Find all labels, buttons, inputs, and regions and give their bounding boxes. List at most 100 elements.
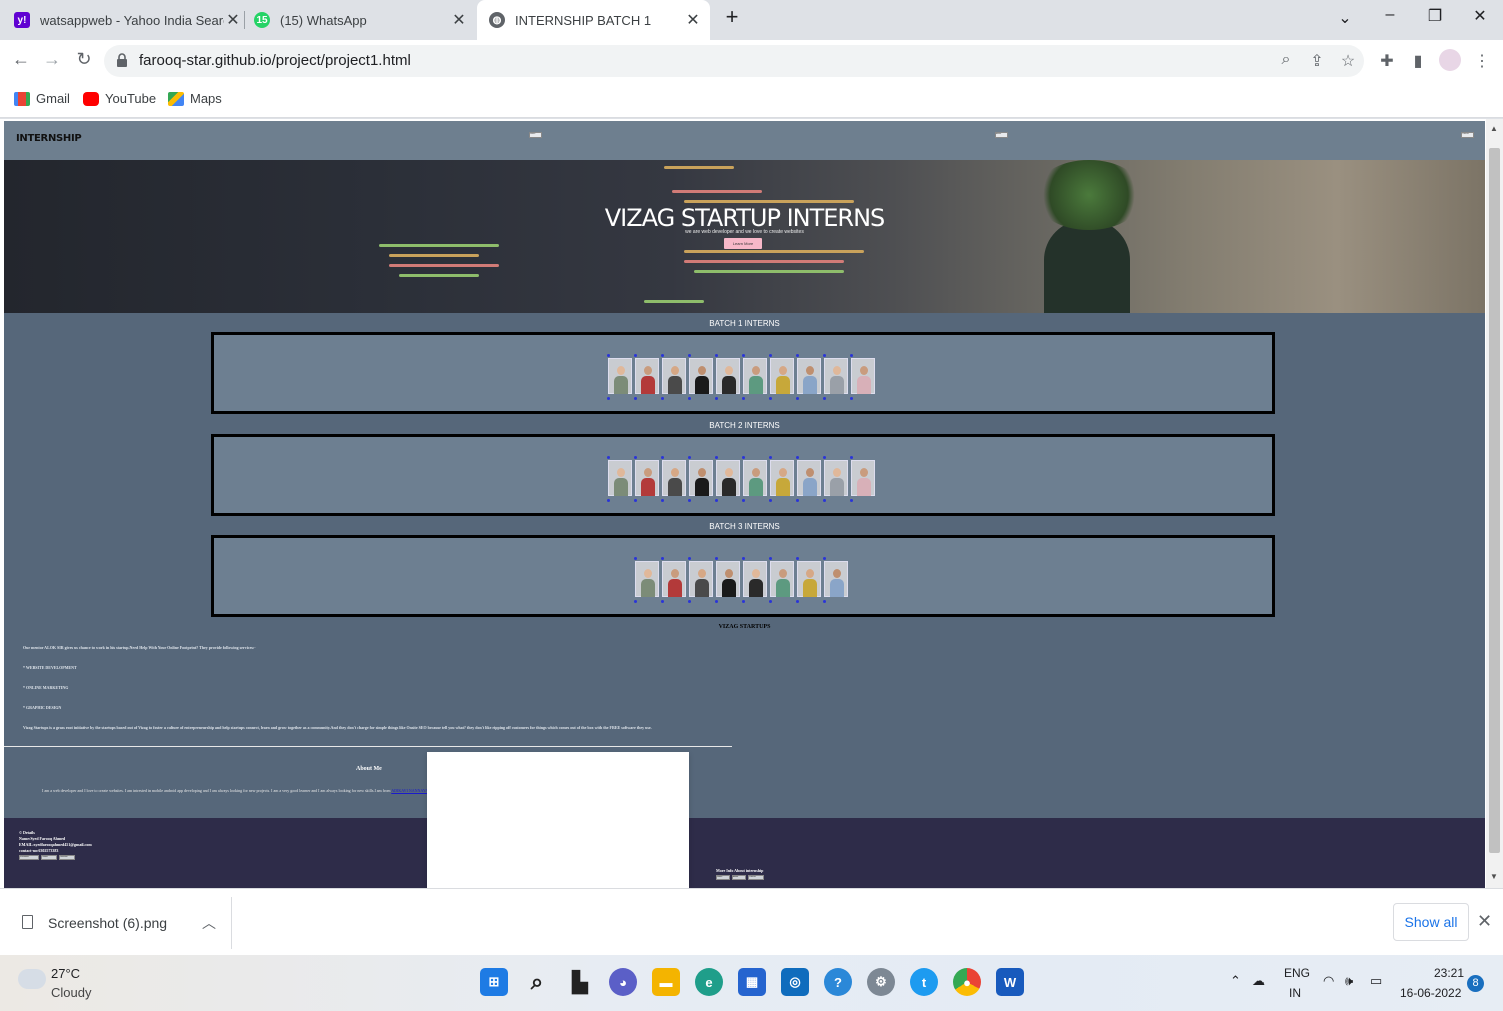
settings-gear-icon[interactable]: ⚙ <box>867 968 895 996</box>
intern-photo-clothes <box>749 579 763 597</box>
footer-home-button[interactable]: Home <box>716 875 730 880</box>
close-icon[interactable]: ✕ <box>450 10 468 30</box>
tab-yahoo-search[interactable]: y! watsappweb - Yahoo India Search ✕ <box>14 0 242 40</box>
wifi-icon[interactable]: ◠ <box>1323 973 1334 989</box>
search-icon[interactable]: ⌕ <box>523 968 551 996</box>
windows-start-icon[interactable]: ⊞ <box>480 968 508 996</box>
photo-handle-dot <box>688 600 691 603</box>
close-icon[interactable]: ✕ <box>684 10 702 30</box>
photo-handle-dot <box>796 354 799 357</box>
tray-chevron-up-icon[interactable]: ⌃ <box>1230 973 1241 989</box>
extensions-icon[interactable]: ✚ <box>1376 51 1398 71</box>
bookmark-maps[interactable]: Maps <box>168 91 222 106</box>
chevron-up-icon[interactable]: ︿ <box>202 913 216 933</box>
forward-icon[interactable]: → <box>40 49 64 70</box>
profile-avatar[interactable] <box>1439 49 1461 71</box>
side-panel-icon[interactable]: ▮ <box>1407 51 1429 71</box>
volume-icon[interactable]: 🕪 <box>1345 973 1353 989</box>
intern-photo <box>851 460 875 496</box>
scroll-down-icon[interactable]: ▼ <box>1490 872 1498 881</box>
batch-1-photos <box>214 335 1272 411</box>
bookmarks-bar: Gmail YouTube Maps <box>0 82 1503 118</box>
photo-handle-dot <box>823 557 826 560</box>
footer-details-title: © Details <box>19 830 35 835</box>
show-all-button[interactable]: Show all <box>1393 903 1469 941</box>
close-icon[interactable]: ✕ <box>224 10 242 30</box>
minimize-icon[interactable]: – <box>1375 6 1405 24</box>
store-icon[interactable]: ▦ <box>738 968 766 996</box>
photo-handle-dot <box>661 499 664 502</box>
nav-home-link[interactable]: Home <box>529 132 542 138</box>
menu-icon[interactable]: ⋮ <box>1471 51 1493 71</box>
tab-search-icon[interactable]: ⌄ <box>1330 8 1360 28</box>
tab-whatsapp[interactable]: 15 (15) WhatsApp ✕ <box>254 0 468 40</box>
chrome-icon[interactable]: ● <box>953 968 981 996</box>
intern-photo-face <box>671 366 679 375</box>
twitter-icon[interactable]: t <box>910 968 938 996</box>
onedrive-icon[interactable]: ☁ <box>1252 973 1265 989</box>
restore-icon[interactable]: ❐ <box>1420 6 1450 26</box>
bookmark-youtube[interactable]: YouTube <box>83 91 156 106</box>
photo-handle-dot <box>769 499 772 502</box>
maps-icon <box>168 91 184 106</box>
nav-contact-link[interactable]: Contact <box>1461 132 1474 138</box>
battery-icon[interactable]: ▭ <box>1370 973 1382 989</box>
section-divider <box>4 746 732 747</box>
weather-desc: Cloudy <box>51 985 92 1000</box>
intern-photo-face <box>779 366 787 375</box>
intern-photo-face <box>752 468 760 477</box>
photo-handle-dot <box>742 600 745 603</box>
close-icon[interactable]: ✕ <box>1477 911 1492 932</box>
word-icon[interactable]: W <box>996 968 1024 996</box>
learn-more-button[interactable]: Learn More <box>724 238 762 249</box>
language-eng[interactable]: ENG <box>1284 966 1310 980</box>
download-filename[interactable]: Screenshot (6).png <box>48 915 167 931</box>
help-icon[interactable]: ? <box>824 968 852 996</box>
hero-subtitle: we are web developer and we love to crea… <box>685 229 804 235</box>
scroll-up-icon[interactable]: ▲ <box>1490 124 1498 133</box>
hero-banner: VIZAG STARTUP INTERNS we are web develop… <box>4 160 1485 313</box>
window-close-icon[interactable]: ✕ <box>1465 6 1495 26</box>
zoom-icon[interactable]: ⌕ <box>1275 51 1297 69</box>
intern-photo-face <box>779 468 787 477</box>
intern-photo-clothes <box>668 478 682 496</box>
file-explorer-icon[interactable]: ▬ <box>652 968 680 996</box>
intern-photo-face <box>806 366 814 375</box>
cloud-icon <box>18 969 46 989</box>
scrollbar-thumb[interactable] <box>1489 148 1500 853</box>
bookmark-star-icon[interactable]: ☆ <box>1337 51 1359 71</box>
notification-badge[interactable]: 8 <box>1467 975 1484 992</box>
twitter-button[interactable]: Twitter <box>41 855 57 860</box>
batch-3-photos <box>214 538 1272 614</box>
new-tab-button[interactable]: + <box>717 4 747 30</box>
intern-photo <box>743 460 767 496</box>
address-bar[interactable]: farooq-star.github.io/project/project1.h… <box>104 45 1364 77</box>
photo-handle-dot <box>715 557 718 560</box>
reload-icon[interactable]: ↻ <box>72 49 96 70</box>
footer-contact-button[interactable]: Contact <box>748 875 764 880</box>
photo-handle-dot <box>634 397 637 400</box>
facebook-button[interactable]: Facebook <box>19 855 39 860</box>
bookmark-gmail[interactable]: Gmail <box>14 91 70 106</box>
chat-icon[interactable]: ◕ <box>609 968 637 996</box>
photo-handle-dot <box>688 354 691 357</box>
tab-internship-batch[interactable]: ◍ INTERNSHIP BATCH 1 ✕ <box>477 0 710 40</box>
nav-about-link[interactable]: About <box>995 132 1008 138</box>
share-icon[interactable]: ⇪ <box>1306 51 1328 71</box>
back-icon[interactable]: ← <box>9 49 33 70</box>
footer-about-button[interactable]: About <box>732 875 746 880</box>
intern-photo-clothes <box>722 376 736 394</box>
page-viewport: INTERNSHIP Home About Contact VIZAG STAR… <box>0 119 1503 888</box>
clock-time[interactable]: 23:21 <box>1434 966 1464 980</box>
lock-icon <box>117 53 127 67</box>
intern-photo-clothes <box>695 478 709 496</box>
task-view-icon[interactable]: ▙ <box>566 968 594 996</box>
linkedin-button[interactable]: LinkedIn <box>59 855 75 860</box>
photo-handle-dot <box>715 354 718 357</box>
edge-icon[interactable]: e <box>695 968 723 996</box>
onedrive-app-icon[interactable]: ◎ <box>781 968 809 996</box>
intern-photo <box>743 561 767 597</box>
weather-temp[interactable]: 27°C <box>51 966 80 981</box>
photo-handle-dot <box>769 456 772 459</box>
intern-photo <box>797 358 821 394</box>
